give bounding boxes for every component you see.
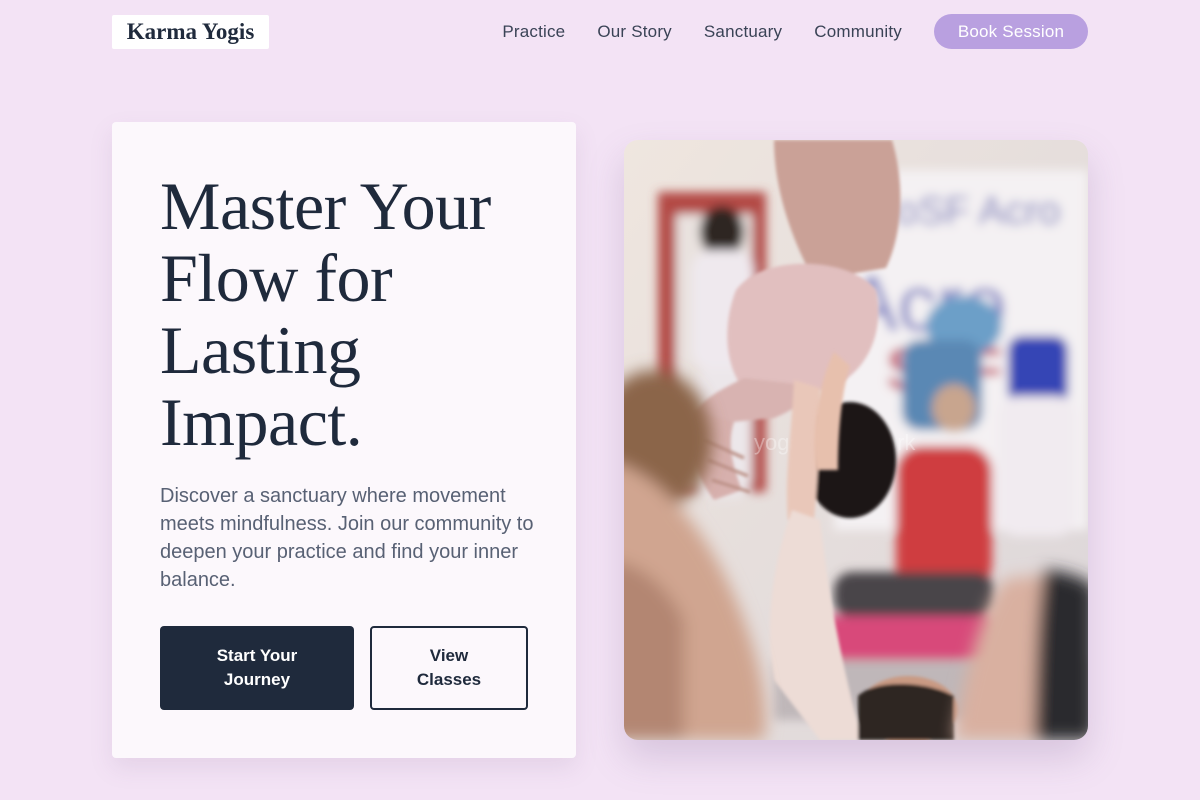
nav-link-sanctuary[interactable]: Sanctuary: [704, 22, 782, 42]
site-logo[interactable]: Karma Yogis: [112, 15, 269, 49]
book-session-button[interactable]: Book Session: [934, 14, 1088, 49]
view-classes-button[interactable]: View Classes: [370, 626, 528, 710]
acro-yoga-illustration: oSF Acro Acro SSF yogamasterwork: [624, 140, 1088, 740]
nav-link-our-story[interactable]: Our Story: [597, 22, 672, 42]
hero-description: Discover a sanctuary where movement meet…: [160, 485, 534, 591]
banner-text-top: oSF Acro: [896, 189, 1061, 233]
hero-title: Master Your Flow for Lasting Impact.: [160, 168, 491, 460]
nav-link-community[interactable]: Community: [814, 22, 902, 42]
main-nav: Practice Our Story Sanctuary Community B…: [502, 14, 1088, 49]
hero-card: Master Your Flow for Lasting Impact. Dis…: [112, 122, 576, 758]
nav-link-practice[interactable]: Practice: [502, 22, 565, 42]
hero-photo: oSF Acro Acro SSF yogamasterwork: [624, 140, 1088, 740]
start-journey-button[interactable]: Start Your Journey: [160, 626, 354, 710]
